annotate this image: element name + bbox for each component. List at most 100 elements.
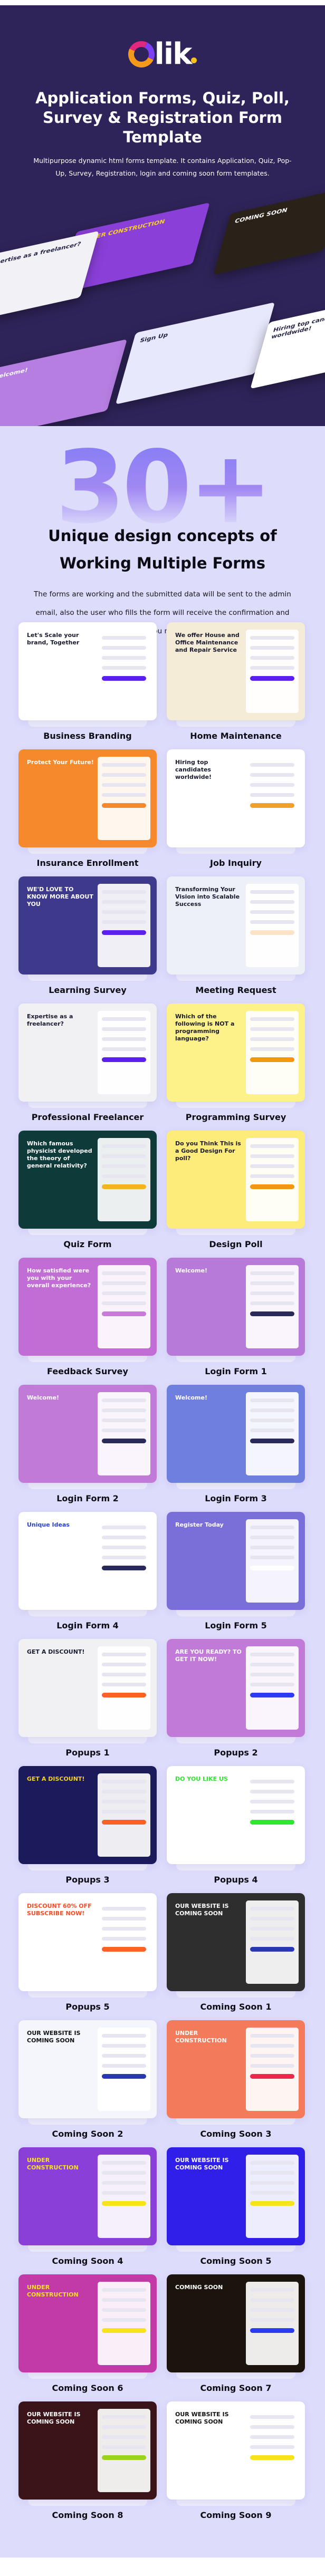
template-preview[interactable]: Hiring top candidates worldwide! — [167, 749, 305, 847]
template-preview[interactable]: Which of the following is NOT a programm… — [167, 1004, 305, 1102]
form-field — [250, 2425, 294, 2429]
preview-headline: Protect Your Future! — [27, 759, 94, 766]
preview-headline: GET A DISCOUNT! — [27, 1648, 85, 1655]
template-preview[interactable]: Welcome! — [18, 1385, 157, 1483]
template-preview[interactable]: OUR WEBSITE IS COMING SOON — [18, 2401, 157, 2500]
preview-headline: Welcome! — [175, 1267, 207, 1274]
form-field — [102, 910, 146, 914]
collage-panel-text: Welcome! — [0, 366, 29, 381]
template-preview[interactable]: Register Today — [167, 1512, 305, 1610]
form-field — [250, 2415, 294, 2419]
preview-form-panel — [98, 630, 150, 713]
template-label: Quiz Form — [63, 1239, 112, 1249]
form-field — [250, 2171, 294, 2175]
preview-form-panel — [246, 1900, 299, 1984]
form-field — [250, 2064, 294, 2068]
form-field — [102, 2288, 146, 2292]
form-field — [102, 890, 146, 894]
form-field — [250, 1174, 294, 1178]
form-field — [102, 1154, 146, 1158]
template-preview[interactable]: Transforming Your Vision into Scalable S… — [167, 876, 305, 975]
template-preview[interactable]: WE'D LOVE TO KNOW MORE ABOUT YOU — [18, 876, 157, 975]
template-preview[interactable]: Unique Ideas — [18, 1512, 157, 1610]
form-field — [102, 2415, 146, 2419]
template-preview[interactable]: OUR WEBSITE IS COMING SOON — [18, 2020, 157, 2118]
template-preview[interactable]: GET A DISCOUNT! — [18, 1639, 157, 1737]
form-field — [250, 2308, 294, 2312]
template-preview[interactable]: We offer House and Office Maintenance an… — [167, 622, 305, 720]
template-label: Coming Soon 4 — [52, 2256, 123, 2266]
form-field — [250, 763, 294, 767]
template-preview[interactable]: DO YOU LIKE US — [167, 1766, 305, 1864]
preview-form-panel — [246, 1646, 299, 1730]
form-field — [250, 1144, 294, 1148]
form-field — [250, 1526, 294, 1529]
form-field — [102, 1144, 146, 1148]
preview-headline: Which of the following is NOT a programm… — [175, 1013, 235, 1042]
form-field — [250, 1556, 294, 1559]
preview-form-panel — [98, 757, 150, 840]
template-label: Coming Soon 7 — [200, 2383, 272, 2393]
template-label: Coming Soon 5 — [200, 2256, 272, 2266]
preview-form-panel — [246, 884, 299, 967]
form-field — [102, 1429, 146, 1432]
preview-form-panel — [246, 2282, 299, 2365]
form-field — [102, 1017, 146, 1021]
preview-headline: Do you Think This is a Good Design For p… — [175, 1140, 241, 1162]
template-preview[interactable]: Do you Think This is a Good Design For p… — [167, 1131, 305, 1229]
form-submit-button — [250, 2074, 294, 2079]
form-field — [102, 2191, 146, 2195]
form-field — [102, 1281, 146, 1285]
template-preview[interactable]: UNDER CONSTRUCTION — [167, 2020, 305, 2118]
template-preview[interactable]: Protect Your Future! — [18, 749, 157, 847]
form-field — [250, 773, 294, 777]
template-preview[interactable]: UNDER CONSTRUCTION — [18, 2274, 157, 2372]
form-submit-button — [102, 2201, 146, 2206]
template-preview[interactable]: OUR WEBSITE IS COMING SOON — [167, 1893, 305, 1991]
collage-panel-text: Hiring top candidates worldwide! — [270, 310, 325, 341]
template-preview[interactable]: COMING SOON — [167, 2274, 305, 2372]
form-submit-button — [102, 1439, 146, 1443]
form-field — [250, 2445, 294, 2449]
preview-headline: OUR WEBSITE IS COMING SOON — [27, 2030, 81, 2044]
template-preview[interactable]: OUR WEBSITE IS COMING SOON — [167, 2401, 305, 2500]
form-field — [102, 2445, 146, 2449]
template-preview[interactable]: UNDER CONSTRUCTION — [18, 2147, 157, 2245]
template-preview[interactable]: DISCOUNT 60% OFF SUBSCRIBE NOW! — [18, 1893, 157, 1991]
form-field — [250, 1408, 294, 1412]
collage-panel: COMING SOON — [213, 189, 325, 275]
template-preview[interactable]: Expertise as a freelancer? — [18, 1004, 157, 1102]
template-preview[interactable]: Welcome! — [167, 1258, 305, 1356]
preview-headline: Expertise as a freelancer? — [27, 1013, 73, 1027]
preview-headline: OUR WEBSITE IS COMING SOON — [175, 2411, 229, 2425]
template-label: Login Form 1 — [205, 1366, 267, 1376]
template-label: Coming Soon 3 — [200, 2129, 272, 2139]
template-preview[interactable]: GET A DISCOUNT! — [18, 1766, 157, 1864]
template-preview[interactable]: Welcome! — [167, 1385, 305, 1483]
form-field — [250, 2318, 294, 2322]
form-field — [250, 890, 294, 894]
template-preview[interactable]: Let's Scale your brand, Together — [18, 622, 157, 720]
preview-headline: WE'D LOVE TO KNOW MORE ABOUT YOU — [27, 886, 93, 908]
template-preview[interactable]: Which famous physicist developed the the… — [18, 1131, 157, 1229]
template-preview[interactable]: How satisfied were you with your overall… — [18, 1258, 157, 1356]
template-preview[interactable]: OUR WEBSITE IS COMING SOON — [167, 2147, 305, 2245]
form-field — [102, 1536, 146, 1539]
form-field — [102, 920, 146, 924]
form-field — [250, 666, 294, 670]
template-preview[interactable]: ARE YOU READY? TO GET IT NOW! — [167, 1639, 305, 1737]
form-field — [250, 1663, 294, 1666]
preview-form-panel — [98, 1773, 150, 1857]
form-field — [102, 2298, 146, 2302]
preview-headline: UNDER CONSTRUCTION — [27, 2157, 79, 2171]
template-label: Professional Freelancer — [31, 1112, 144, 1122]
form-field — [250, 2191, 294, 2195]
form-field — [102, 900, 146, 904]
preview-form-panel — [246, 2409, 299, 2492]
form-field — [102, 1398, 146, 1402]
form-field — [102, 773, 146, 777]
form-field — [250, 1047, 294, 1051]
form-field — [102, 1673, 146, 1676]
form-submit-button — [250, 2455, 294, 2460]
form-field — [102, 1810, 146, 1813]
